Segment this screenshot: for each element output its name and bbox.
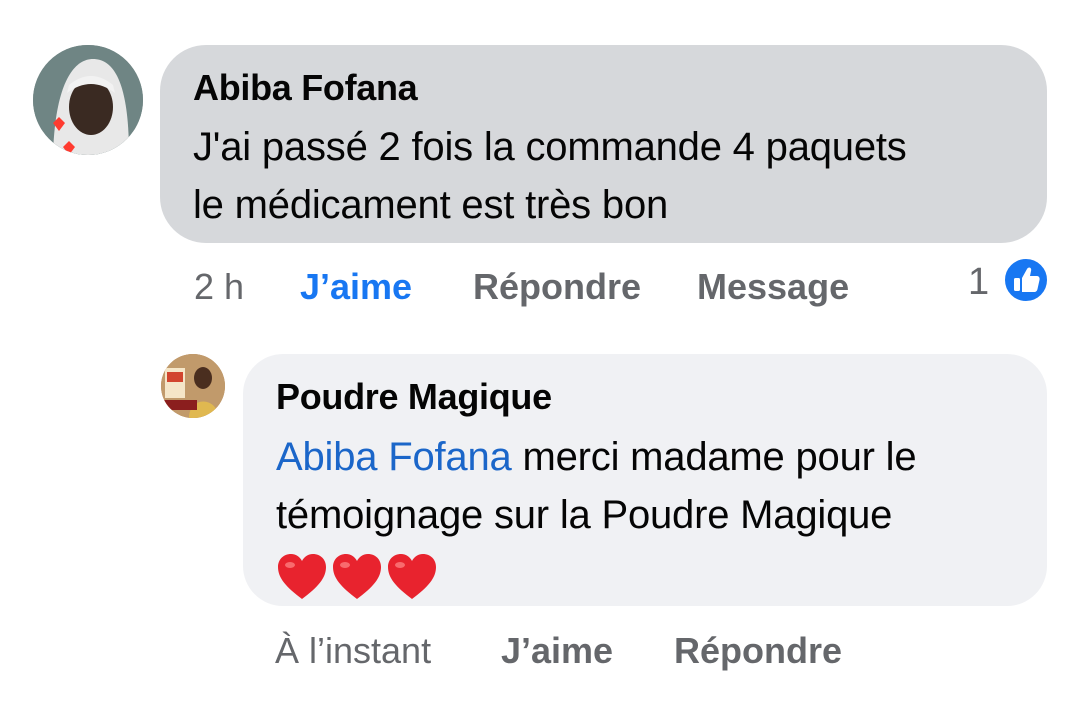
comment-bubble: Abiba Fofana J'ai passé 2 fois la comman… bbox=[160, 45, 1047, 243]
comment-like-button[interactable]: J’aime bbox=[300, 266, 412, 308]
reply-author[interactable]: Poudre Magique bbox=[276, 376, 552, 418]
comment-message-button[interactable]: Message bbox=[697, 266, 849, 308]
reply-like-button[interactable]: J’aime bbox=[501, 630, 613, 672]
heart-emojis: ❤❤❤ bbox=[276, 546, 1036, 604]
red-heart-icon bbox=[278, 554, 326, 600]
reply-text: Abiba Fofana merci madame pour le témoig… bbox=[276, 428, 1036, 604]
mention-link[interactable]: Abiba Fofana bbox=[276, 435, 512, 479]
commenter-avatar[interactable] bbox=[33, 45, 143, 155]
reply-reply-button[interactable]: Répondre bbox=[674, 630, 842, 672]
red-heart-icon bbox=[388, 554, 436, 600]
comment-reply-button[interactable]: Répondre bbox=[473, 266, 641, 308]
comment-author[interactable]: Abiba Fofana bbox=[193, 67, 418, 109]
heart-emojis-text: ❤❤❤ bbox=[276, 546, 277, 547]
like-icon bbox=[1003, 257, 1049, 303]
comment-text-line: J'ai passé 2 fois la commande 4 paquets bbox=[193, 125, 907, 169]
reply-timestamp[interactable]: À l’instant bbox=[275, 630, 431, 672]
reaction-count: 1 bbox=[968, 261, 990, 303]
page-avatar[interactable] bbox=[161, 354, 225, 418]
reply-bubble: Poudre Magique Abiba Fofana merci madame… bbox=[243, 354, 1047, 606]
comment-timestamp[interactable]: 2 h bbox=[194, 266, 244, 308]
comment-text: J'ai passé 2 fois la commande 4 paquets … bbox=[193, 118, 1023, 234]
comment-text-line: le médicament est très bon bbox=[193, 183, 669, 227]
red-heart-icon bbox=[333, 554, 381, 600]
